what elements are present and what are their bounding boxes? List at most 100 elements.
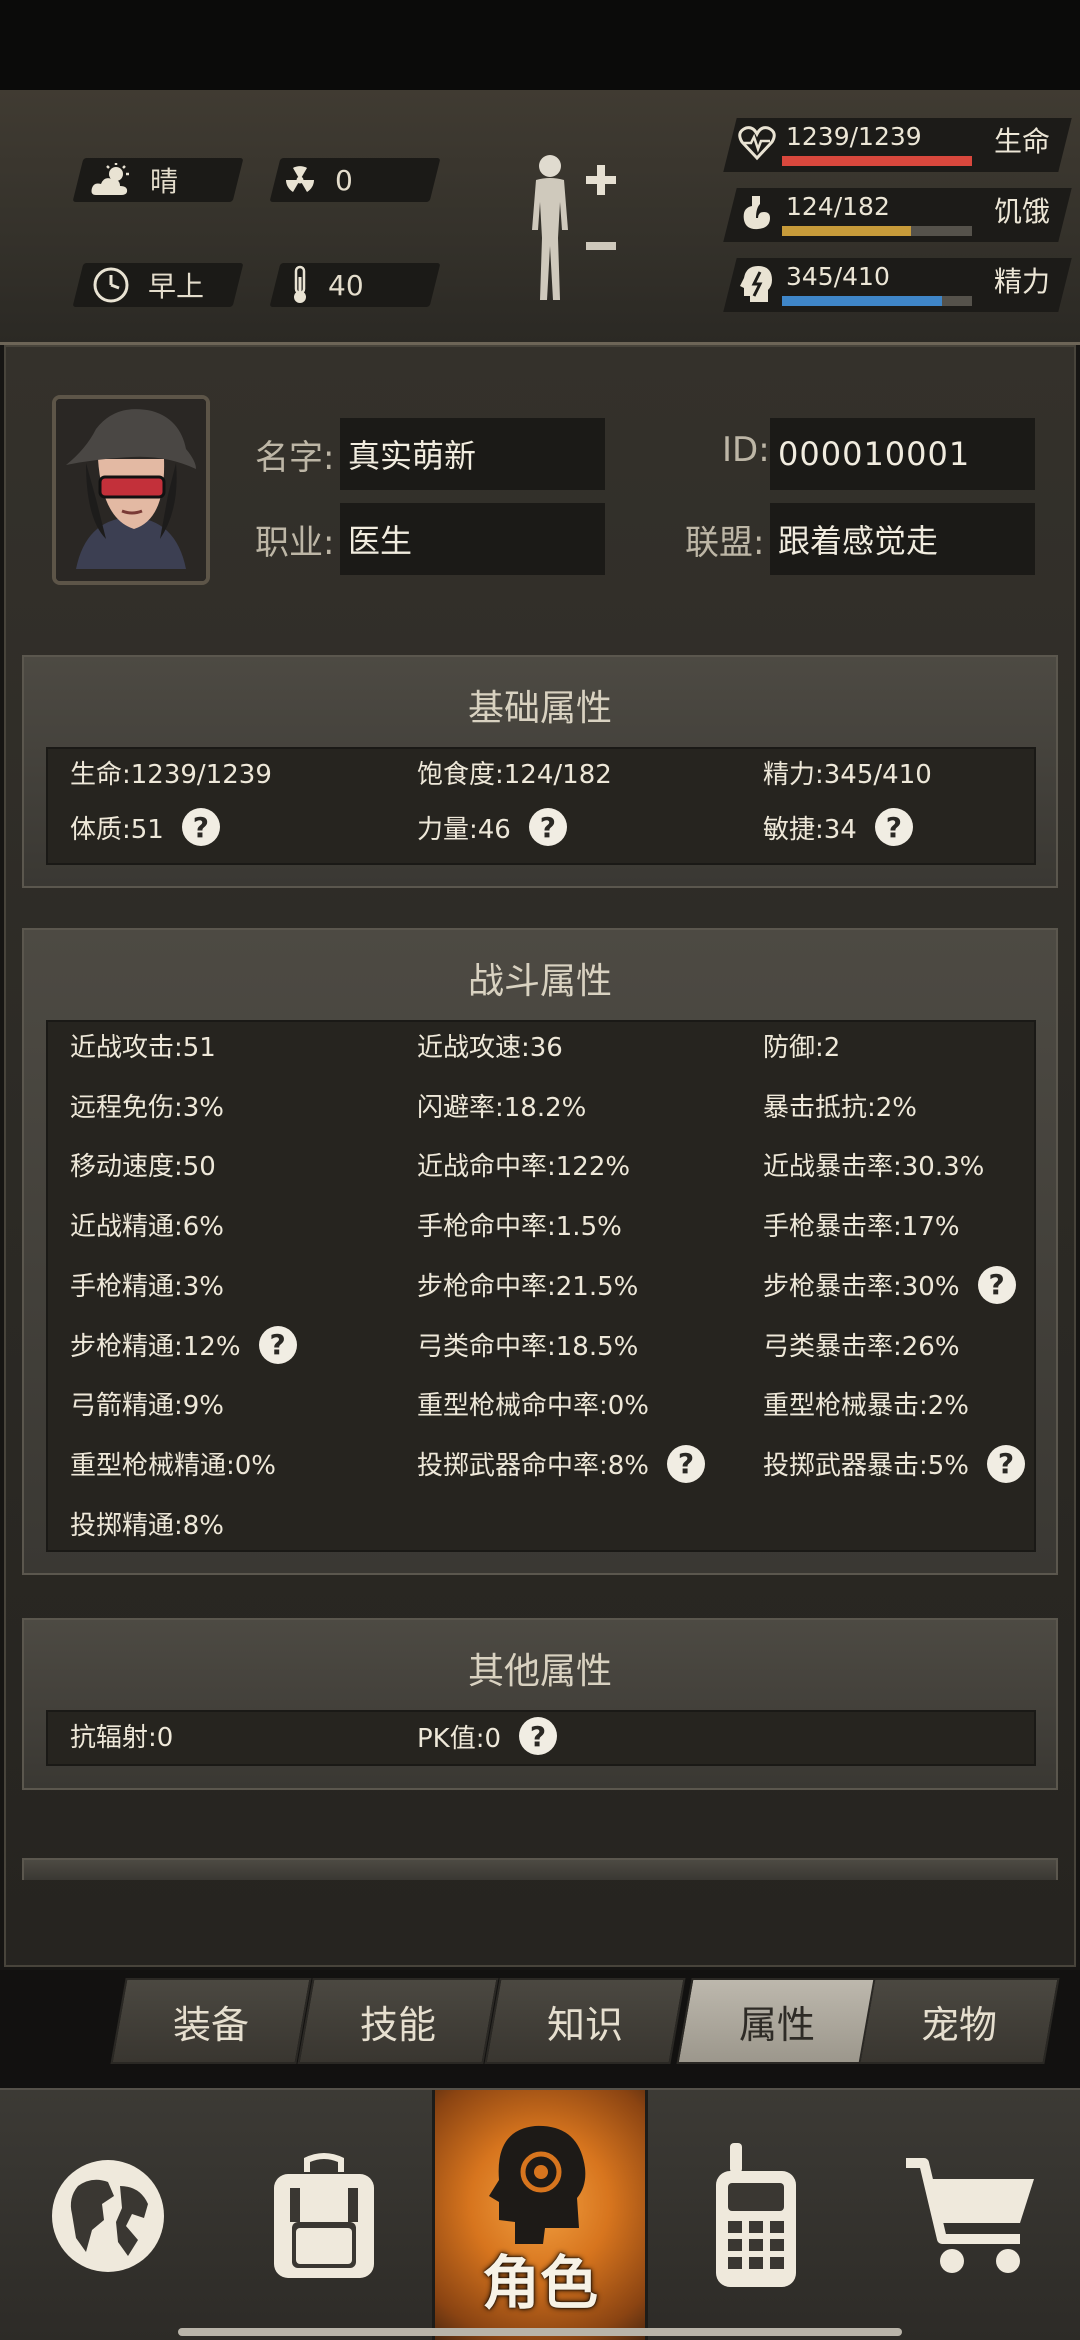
basic-stat-text: 力量:46 [417,814,511,845]
id-field: 000010001 [770,418,1035,490]
combat-stat-text: 投掷武器暴击:5% [763,1451,970,1482]
combat-stat-text: 近战攻击:51 [70,1033,216,1063]
walkie-talkie-icon [716,2143,796,2287]
nav-character[interactable]: 角色 [432,2090,648,2340]
combat-stat: 手枪精通:3% [70,1266,224,1303]
basic-stat: 生命:1239/1239 [70,754,272,791]
hunger-label: 饥饿 [994,195,1051,228]
human-body-icon [532,155,616,300]
avatar-portrait-icon [56,399,206,581]
basic-stat-text: 饱食度:124/182 [417,760,612,790]
tab-equipment-label: 装备 [172,2002,249,2047]
combat-stat: 步枪暴击率:30%? [763,1265,1016,1304]
combat-attributes-title: 战斗属性 [467,961,612,1002]
help-icon[interactable]: ? [519,1717,558,1755]
basic-stat-text: 敏捷:34 [763,814,857,845]
shopping-cart-icon [906,2158,1034,2273]
job-field: 医生 [340,503,605,575]
combat-stat: 闪避率:18.2% [417,1087,586,1124]
combat-stat: 移动速度:50 [70,1146,216,1183]
combat-stat: 投掷精通:8% [70,1505,224,1542]
energy-bar [782,296,972,306]
help-icon[interactable]: ? [874,808,913,846]
combat-stat-text: 重型枪械精通:0% [70,1450,277,1481]
basic-stat-text: 生命:1239/1239 [70,760,272,790]
combat-stat: 近战攻速:36 [417,1027,563,1064]
vital-energy: 345/410 精力 [723,258,1072,314]
combat-stat: 手枪暴击率:17% [763,1206,960,1243]
nav-backpack[interactable] [216,2090,432,2340]
basic-stat: 敏捷:34? [763,808,913,846]
hunger-value: 124/182 [786,192,890,221]
combat-stat: 手枪命中率:1.5% [417,1206,622,1243]
name-label: 名字: [255,438,335,478]
job-label: 职业: [255,523,335,563]
alliance-label: 联盟: [685,523,765,563]
other-stat-text: PK值:0 [417,1723,502,1754]
help-icon[interactable]: ? [528,808,567,846]
nav-radio[interactable] [648,2090,864,2340]
help-icon[interactable]: ? [667,1444,706,1483]
other-stat: 抗辐射:0 [70,1717,173,1754]
combat-stat-text: 手枪命中率:1.5% [417,1212,622,1243]
energy-label: 精力 [994,265,1051,298]
combat-stat: 重型枪械暴击:2% [763,1385,969,1422]
combat-stat-text: 投掷武器命中率:8% [417,1451,650,1482]
combat-stat-text: 防御:2 [763,1033,841,1063]
combat-stat-text: 近战精通:6% [70,1212,225,1243]
sun-cloud-icon [91,163,129,195]
health-value: 1239/1239 [786,122,922,151]
energy-head-icon [740,266,772,302]
nav-character-label: 角色 [481,2249,598,2317]
help-icon[interactable]: ? [977,1265,1016,1304]
basic-stat: 力量:46? [417,808,567,846]
combat-stat-text: 近战暴击率:30.3% [763,1152,985,1183]
home-indicator[interactable] [178,2328,902,2336]
combat-stat: 步枪命中率:21.5% [417,1266,638,1303]
combat-stat: 近战暴击率:30.3% [763,1146,984,1183]
combat-stat: 近战命中率:122% [417,1146,630,1183]
other-stat-text: 抗辐射:0 [70,1723,174,1753]
heart-icon [738,126,776,161]
stomach-icon [743,196,770,230]
other-attributes-section: 其他属性 [22,1618,1058,1790]
time-of-day: 早上 [148,270,205,303]
id-label: ID: [722,430,770,470]
combat-stat: 重型枪械命中率:0% [417,1385,649,1422]
clock-icon [93,267,129,303]
hunger-bar [782,226,972,236]
name-field: 真实萌新 [340,418,605,490]
combat-stat-text: 弓箭精通:9% [70,1391,225,1422]
combat-stat: 步枪精通:12%? [70,1325,297,1364]
tab-skills-label: 技能 [359,2002,436,2047]
combat-stat: 远程免伤:3% [70,1087,224,1124]
hud-panel: 晴 0 早上 40 1239/1239 生命 124/182 饥饿 345/41… [0,90,1080,345]
thermometer-icon [294,265,306,303]
combat-stat: 近战攻击:51 [70,1027,216,1064]
other-stat: PK值:0? [417,1717,558,1755]
combat-stat-text: 步枪暴击率:30% [763,1272,960,1303]
vital-health: 1239/1239 生命 [723,118,1072,174]
tab-attributes-label: 属性 [738,2002,815,2047]
health-label: 生命 [994,125,1051,158]
combat-stat: 近战精通:6% [70,1206,224,1243]
help-icon[interactable]: ? [258,1325,297,1364]
combat-stat-text: 弓类命中率:18.5% [417,1331,639,1362]
combat-stat-text: 近战命中率:122% [417,1152,631,1183]
nav-shop[interactable] [864,2090,1080,2340]
basic-stat: 饱食度:124/182 [417,754,612,791]
combat-stat: 防御:2 [763,1027,840,1064]
avatar[interactable] [52,395,210,585]
combat-stat-text: 暴击抵抗:2% [763,1092,918,1123]
help-icon[interactable]: ? [987,1444,1026,1483]
combat-stat: 弓箭精通:9% [70,1385,224,1422]
combat-stat-text: 步枪命中率:21.5% [417,1271,639,1302]
status-bar [0,0,1080,90]
nav-map[interactable] [0,2090,216,2340]
body-figure[interactable] [520,150,630,314]
weather-text: 晴 [150,165,179,198]
health-bar [782,156,972,166]
help-icon[interactable]: ? [181,808,220,846]
radiation-icon [286,166,314,192]
combat-stat-text: 闪避率:18.2% [417,1092,587,1123]
